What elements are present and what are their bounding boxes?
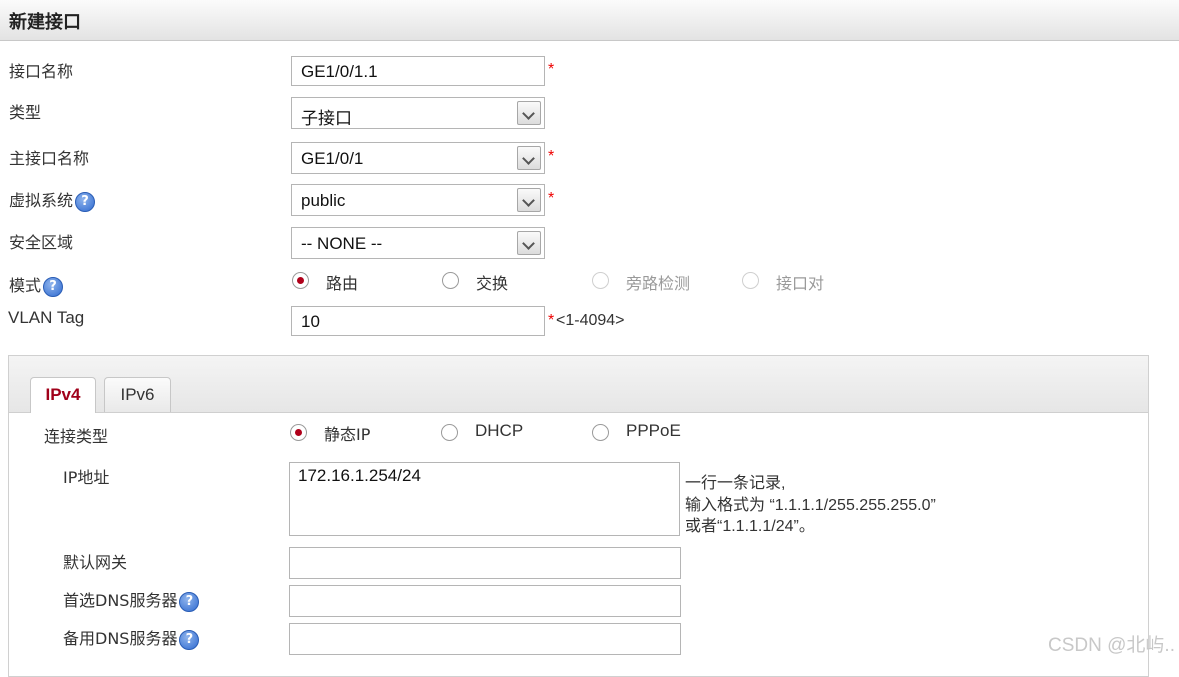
mode-route-radio[interactable] <box>292 272 309 289</box>
vlan-range-hint: <1-4094> <box>556 312 625 329</box>
chevron-down-icon[interactable] <box>517 231 541 255</box>
primary-dns-label-text: 首选DNS服务器 <box>63 591 178 610</box>
virtual-system-label: 虚拟系统? <box>9 187 96 212</box>
mode-interface-pair-radio <box>742 272 759 289</box>
virtual-system-label-text: 虚拟系统 <box>9 191 74 210</box>
primary-dns-label: 首选DNS服务器? <box>63 587 200 612</box>
ip-hint-line-1: 一行一条记录, <box>685 475 786 492</box>
mode-label-text: 模式 <box>9 276 42 295</box>
secondary-dns-label: 备用DNS服务器? <box>63 625 200 650</box>
help-icon[interactable]: ? <box>43 276 64 297</box>
parent-interface-select-value: GE1/0/1 <box>301 149 364 168</box>
connection-type-label: 连接类型 <box>44 427 109 446</box>
conn-pppoe-radio[interactable] <box>592 424 609 441</box>
required-mark: * <box>548 190 555 207</box>
virtual-system-select[interactable]: public <box>291 184 545 216</box>
interface-name-label: 接口名称 <box>9 62 74 81</box>
chevron-down-icon[interactable] <box>517 101 541 125</box>
tab-ipv4[interactable]: IPv4 <box>30 377 96 413</box>
security-zone-select[interactable]: -- NONE -- <box>291 227 545 259</box>
required-mark: * <box>548 312 555 329</box>
mode-interface-pair-label: 接口对 <box>776 274 825 293</box>
conn-dhcp-radio[interactable] <box>441 424 458 441</box>
help-icon[interactable]: ? <box>179 591 200 612</box>
vlan-tag-label: VLAN Tag <box>8 308 85 327</box>
mode-label: 模式? <box>9 272 64 297</box>
mode-switch-radio[interactable] <box>442 272 459 289</box>
chevron-down-icon[interactable] <box>517 188 541 212</box>
secondary-dns-label-text: 备用DNS服务器 <box>63 629 178 648</box>
ip-address-label: IP地址 <box>63 468 110 487</box>
default-gateway-label: 默认网关 <box>63 553 128 572</box>
parent-interface-select[interactable]: GE1/0/1 <box>291 142 545 174</box>
chevron-down-icon[interactable] <box>517 146 541 170</box>
help-icon[interactable]: ? <box>179 629 200 650</box>
security-zone-select-value: -- NONE -- <box>301 234 383 253</box>
type-select-value: 子接口 <box>301 109 352 128</box>
required-mark: * <box>548 148 555 165</box>
ip-address-textarea[interactable]: 172.16.1.254/24 <box>289 462 680 536</box>
conn-pppoe-label: PPPoE <box>626 421 681 440</box>
type-select[interactable]: 子接口 <box>291 97 545 129</box>
mode-route-label: 路由 <box>326 274 359 293</box>
interface-name-input[interactable]: GE1/0/1.1 <box>291 56 545 86</box>
tab-bar <box>9 356 1148 413</box>
ip-hint-line-3: 或者“1.1.1.1/24”。 <box>685 518 815 535</box>
secondary-dns-input[interactable] <box>289 623 681 655</box>
type-label: 类型 <box>9 103 42 122</box>
vlan-tag-input[interactable]: 10 <box>291 306 545 336</box>
dialog-title: 新建接口 <box>9 12 81 33</box>
primary-dns-input[interactable] <box>289 585 681 617</box>
mode-switch-label: 交换 <box>476 274 509 293</box>
security-zone-label: 安全区域 <box>9 233 74 252</box>
parent-interface-label: 主接口名称 <box>9 149 90 168</box>
mode-bypass-label: 旁路检测 <box>626 274 691 293</box>
default-gateway-input[interactable] <box>289 547 681 579</box>
help-icon[interactable]: ? <box>75 191 96 212</box>
virtual-system-select-value: public <box>301 191 346 210</box>
conn-static-radio[interactable] <box>290 424 307 441</box>
required-mark: * <box>548 61 555 78</box>
conn-dhcp-label: DHCP <box>475 421 524 440</box>
watermark: CSDN @北屿.. <box>1048 635 1175 656</box>
tab-ipv6[interactable]: IPv6 <box>104 377 171 412</box>
mode-bypass-radio <box>592 272 609 289</box>
conn-static-label: 静态IP <box>324 425 371 444</box>
dialog-title-bar: 新建接口 <box>0 0 1179 41</box>
